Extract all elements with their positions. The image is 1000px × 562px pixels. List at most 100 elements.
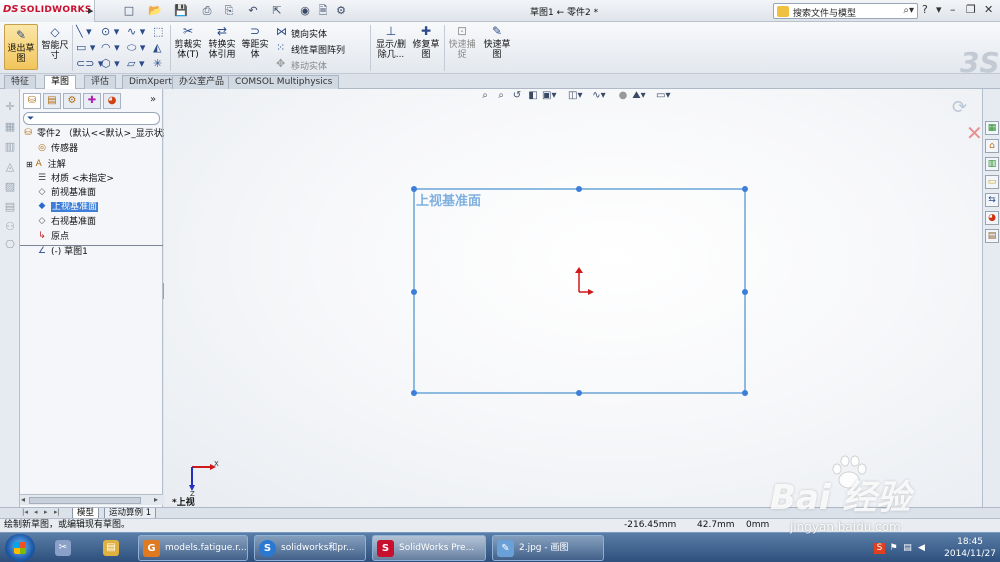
linear-pattern-icon[interactable]: ⁙ xyxy=(276,41,285,54)
minimize-button[interactable]: – xyxy=(950,3,956,16)
custom-properties-icon[interactable]: ▤ xyxy=(985,229,999,243)
dimxpert-tab-icon[interactable]: ✚ xyxy=(83,93,101,109)
resources-icon[interactable]: ▦ xyxy=(985,121,999,135)
tree-item-front-plane[interactable]: ◇ 前视基准面 xyxy=(36,187,96,201)
search-icon[interactable]: ⌕▾ xyxy=(903,5,914,16)
mirror-entities-label[interactable]: 镜向实体 xyxy=(291,27,327,40)
plane-handle[interactable] xyxy=(411,289,417,295)
expand-icon[interactable]: ⊞ xyxy=(26,160,33,169)
move-entities-label[interactable]: 移动实体 xyxy=(291,59,327,72)
toolbar-icon[interactable]: ▦ xyxy=(4,121,16,133)
tree-item-top-plane[interactable]: ◆ 上视基准面 xyxy=(36,201,99,215)
file-properties-icon[interactable]: 🗎 xyxy=(314,3,332,19)
prev-tab-icon[interactable]: ◂ xyxy=(34,508,38,516)
toolbar-icon[interactable]: ◬ xyxy=(4,161,16,173)
search-box[interactable]: 搜索文件与模型 ⌕▾ xyxy=(773,3,918,19)
search-input[interactable]: 搜索文件与模型 xyxy=(793,6,856,19)
toolbar-icon[interactable]: ⚇ xyxy=(4,221,16,233)
search-scope-icon[interactable] xyxy=(777,6,789,17)
convert-entities-button[interactable]: ⇄ 转换实体引用 xyxy=(206,24,238,70)
tab-comsol[interactable]: COMSOL Multiphysics xyxy=(228,75,340,89)
taskbar-item-pdf[interactable]: Gmodels.fatigue.r... xyxy=(138,535,248,561)
start-button[interactable] xyxy=(5,534,35,562)
search-results-icon[interactable]: ⇆ xyxy=(985,193,999,207)
rectangle-icon[interactable]: ▭ ▾ xyxy=(76,41,95,54)
next-tab-icon[interactable]: ▸ xyxy=(44,508,48,516)
spline-icon[interactable]: ∿ ▾ xyxy=(127,25,145,38)
configuration-tab-icon[interactable]: ⚙ xyxy=(63,93,81,109)
feature-tree-tab-icon[interactable]: ⛁ xyxy=(23,93,41,109)
repair-sketch-button[interactable]: ✚ 修复草图 xyxy=(410,24,442,70)
first-tab-icon[interactable]: |◂ xyxy=(22,508,28,516)
ime-icon[interactable]: S xyxy=(874,543,885,554)
clock[interactable]: 18:45 2014/11/27 xyxy=(944,536,996,560)
tab-dimxpert[interactable]: DimXpert xyxy=(122,75,179,89)
tab-sketch[interactable]: 草图 xyxy=(44,75,77,89)
plane-handle[interactable] xyxy=(411,390,417,396)
text-sketch-icon[interactable]: ⬚ xyxy=(153,25,163,38)
rollback-bar[interactable] xyxy=(20,245,163,246)
menu-arrow-icon[interactable]: ▶ xyxy=(88,7,93,15)
display-manager-tab-icon[interactable]: ◕ xyxy=(103,93,121,109)
toolbar-icon[interactable]: ✛ xyxy=(4,101,16,113)
pinned-app-button[interactable]: ✂ xyxy=(46,535,80,561)
line-icon[interactable]: ╲ ▾ xyxy=(76,25,92,38)
toolbar-icon[interactable]: ▥ xyxy=(4,141,16,153)
flag-icon[interactable]: ⚑ xyxy=(888,543,899,554)
tree-item-sensors[interactable]: ◎ 传感器 xyxy=(36,143,78,157)
plane-sketch-icon[interactable]: ▱ ▾ xyxy=(127,57,144,70)
smart-dimension-button[interactable]: ◇ 智能尺寸 xyxy=(40,25,70,69)
polygon-icon[interactable]: ⬡ ▾ xyxy=(101,57,120,70)
arc-icon[interactable]: ◠ ▾ xyxy=(101,41,120,54)
plane-handle[interactable] xyxy=(742,289,748,295)
mirror-icon[interactable]: ⋈ xyxy=(276,25,287,38)
options-icon[interactable]: ⚙ xyxy=(332,3,350,19)
rebuild-icon[interactable]: ◉ xyxy=(296,3,314,19)
offset-entities-button[interactable]: ⊃ 等距实体 xyxy=(240,24,270,70)
plane-handle[interactable] xyxy=(576,390,582,396)
move-entities-icon[interactable]: ✥ xyxy=(276,57,285,70)
undo-icon[interactable]: ↶ xyxy=(244,3,262,19)
fillet-icon[interactable]: ◭ xyxy=(153,41,161,54)
rapid-sketch-button[interactable]: ✎ 快速草图 xyxy=(480,24,514,70)
last-tab-icon[interactable]: ▸| xyxy=(54,508,60,516)
network-icon[interactable]: ▤ xyxy=(902,543,913,554)
tab-evaluate[interactable]: 评估 xyxy=(84,75,117,89)
volume-icon[interactable]: ◀ xyxy=(916,543,927,554)
tree-filter-input[interactable]: ⏷ xyxy=(23,112,160,125)
select-arrow-icon[interactable]: ⇱ xyxy=(268,3,286,19)
display-delete-relations-button[interactable]: ⊥ 显示/删除几... xyxy=(374,24,408,70)
close-button[interactable]: ✕ xyxy=(984,3,993,16)
toolbar-icon[interactable]: ▨ xyxy=(4,181,16,193)
taskbar-item-solidworks[interactable]: S SolidWorks Pre... xyxy=(372,535,486,561)
cancel-sketch-icon[interactable]: ✕ xyxy=(966,121,982,145)
save-icon[interactable]: 💾 xyxy=(172,3,190,19)
sketch-canvas[interactable]: X Z xyxy=(164,89,982,509)
horizontal-scrollbar[interactable]: ◂ ▸ xyxy=(20,494,163,505)
linear-pattern-label[interactable]: 线性草图阵列 xyxy=(291,43,345,56)
ellipse-icon[interactable]: ⬭ ▾ xyxy=(127,41,145,55)
more-tabs-icon[interactable]: » xyxy=(150,94,156,105)
property-manager-tab-icon[interactable]: ▤ xyxy=(43,93,61,109)
file-explorer-icon[interactable]: ▭ xyxy=(985,175,999,189)
design-library-icon[interactable]: ▥ xyxy=(985,157,999,171)
plane-handle[interactable] xyxy=(742,186,748,192)
graphics-area[interactable]: ⌕ ⌕ ↺ ◧ ▣▾ ◫▾ ∿▾ ● ⛰▾ ▭▾ X Z 上视基准面 *上视 ⟳… xyxy=(164,89,982,509)
tree-item-right-plane[interactable]: ◇ 右视基准面 xyxy=(36,216,96,230)
tab-features[interactable]: 特征 xyxy=(4,75,37,89)
print-icon[interactable]: ⎙ xyxy=(198,3,216,19)
scroll-thumb[interactable] xyxy=(29,497,141,504)
tree-item-material[interactable]: ☰ 材质 <未指定> xyxy=(36,173,114,187)
solidworks-menu-button[interactable]: DS SOLIDWORKS ▶ xyxy=(0,0,95,22)
plane-handle[interactable] xyxy=(576,186,582,192)
tree-item-annotations[interactable]: ⊞ A 注解 xyxy=(26,158,66,172)
tab-office-products[interactable]: 办公室产品 xyxy=(172,75,232,89)
point-icon[interactable]: ✳ xyxy=(153,57,162,70)
tree-root-part[interactable]: ⛁ 零件2 （默认<<默认>_显示状态 xyxy=(22,128,172,142)
print-preview-icon[interactable]: ⎘ xyxy=(220,3,238,19)
scroll-left-icon[interactable]: ◂ xyxy=(21,495,25,504)
sketch-origin-icon[interactable] xyxy=(575,267,594,295)
open-folder-icon[interactable]: 📂 xyxy=(146,3,164,19)
appearances-icon[interactable]: ◕ xyxy=(985,211,999,225)
new-document-icon[interactable]: □ xyxy=(120,3,138,19)
